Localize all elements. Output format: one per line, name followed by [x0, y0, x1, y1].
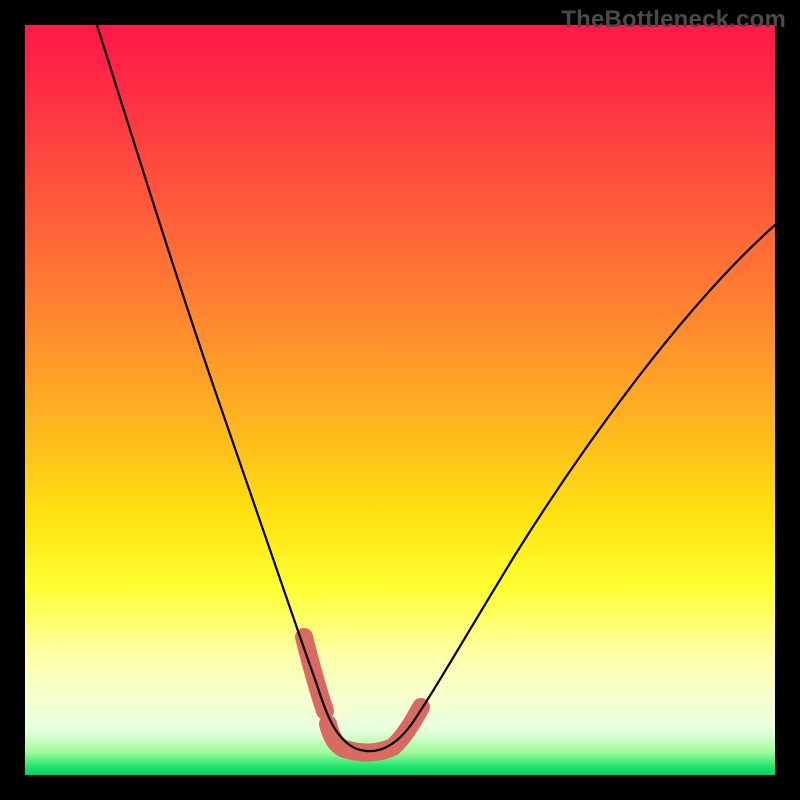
bottleneck-curve: [97, 25, 775, 751]
curve-layer: [25, 25, 775, 775]
chart-stage: TheBottleneck.com: [0, 0, 800, 800]
watermark-text: TheBottleneck.com: [561, 6, 786, 34]
